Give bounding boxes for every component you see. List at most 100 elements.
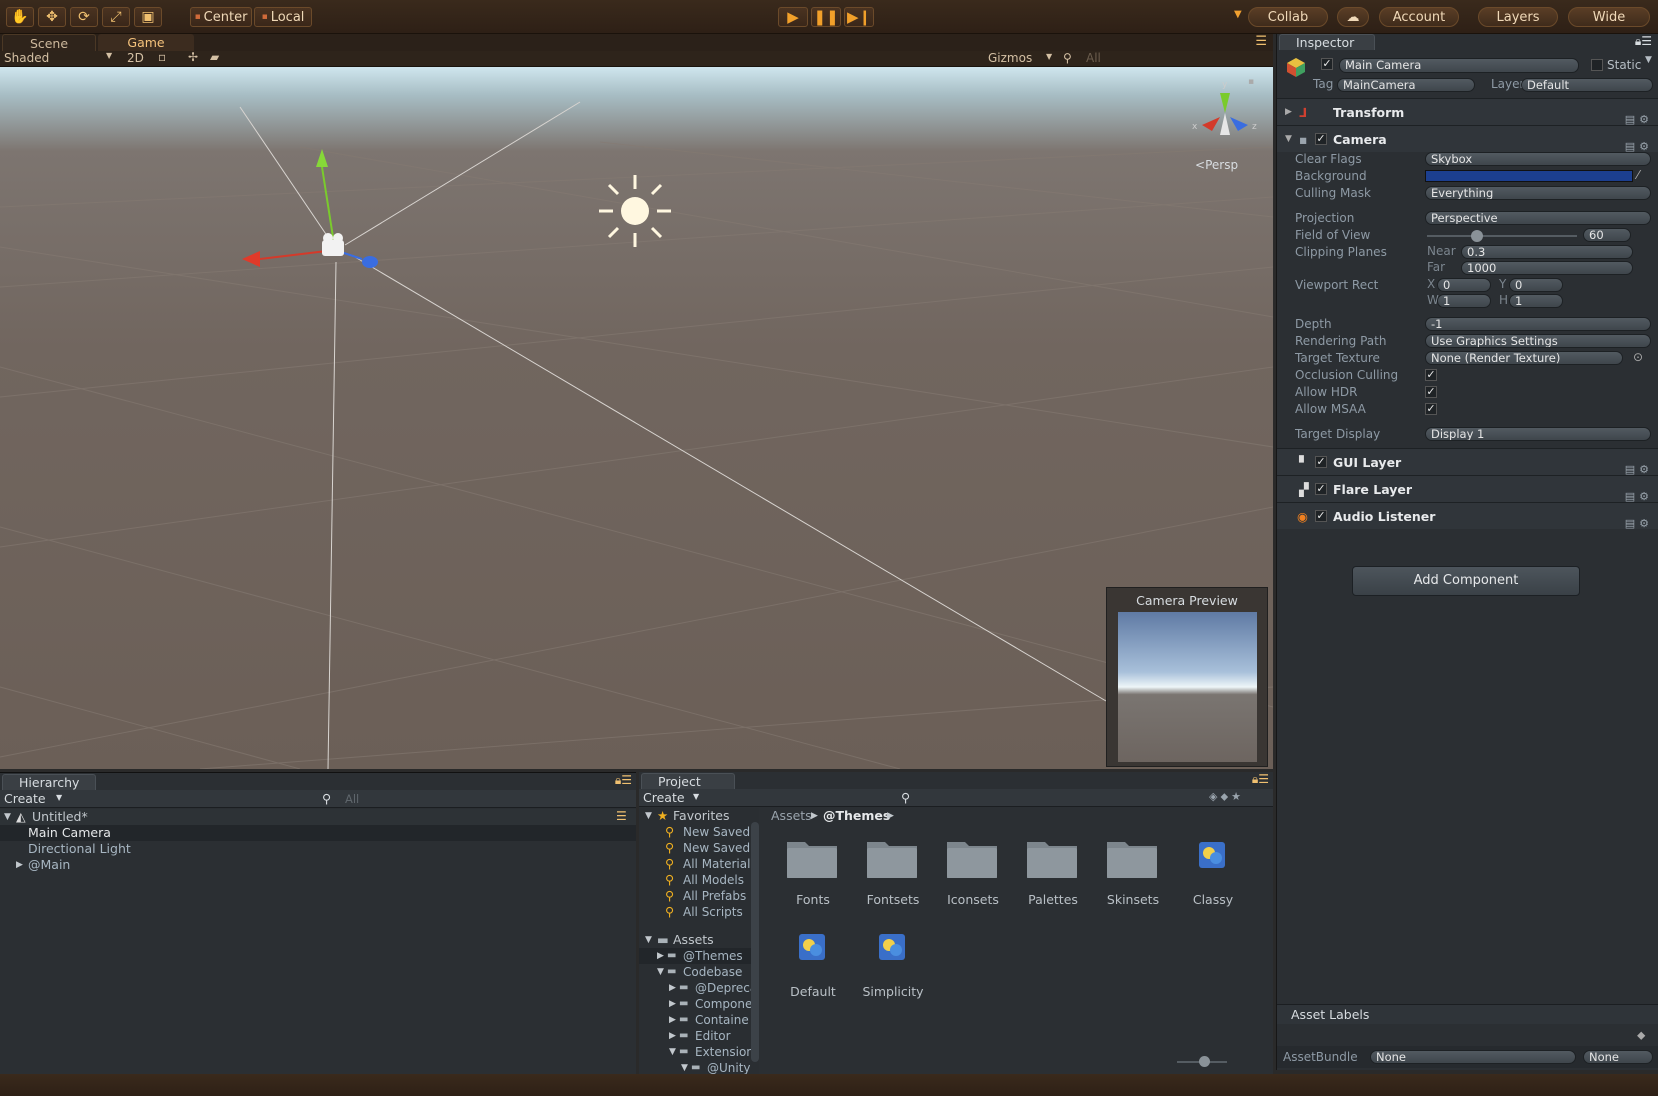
- rect-tool-button[interactable]: ▣: [134, 7, 162, 27]
- effects-toggle-icon[interactable]: ▰: [210, 50, 219, 64]
- depth-input[interactable]: -1: [1425, 317, 1651, 331]
- tree-item[interactable]: ▶ ▬ Containe: [639, 1012, 751, 1028]
- layer-dropdown[interactable]: Default: [1521, 78, 1653, 92]
- hierarchy-create-button[interactable]: Create: [4, 791, 46, 806]
- culling-mask-dropdown[interactable]: Everything: [1425, 186, 1651, 200]
- flare-layer-header[interactable]: ▞ ✓ Flare Layer ▤⚙: [1277, 475, 1658, 503]
- layout-button[interactable]: Wide: [1568, 7, 1650, 27]
- fov-slider-track[interactable]: [1427, 235, 1577, 237]
- hierarchy-lock-menu-icon[interactable]: 🔒︎☰: [615, 773, 632, 788]
- clear-flags-dropdown[interactable]: Skybox: [1425, 152, 1651, 166]
- occlusion-checkbox[interactable]: ✓: [1425, 369, 1437, 381]
- viewport-y-input[interactable]: 0: [1509, 278, 1563, 292]
- fov-input[interactable]: 60: [1583, 228, 1631, 242]
- pause-button[interactable]: ❚❚: [811, 7, 841, 27]
- filter-icons[interactable]: ◈⬥★: [1209, 790, 1244, 804]
- camera-enabled-checkbox[interactable]: ✓: [1315, 133, 1327, 145]
- tag-dropdown[interactable]: MainCamera: [1337, 78, 1475, 92]
- tree-item[interactable]: ▼ ▬ Codebase: [639, 964, 751, 980]
- pivot-local-button[interactable]: ▪ Local: [254, 7, 312, 27]
- add-component-button[interactable]: Add Component: [1352, 566, 1580, 596]
- audio-listener-header[interactable]: ◉ ✓ Audio Listener ▤⚙: [1277, 502, 1658, 530]
- account-button[interactable]: Account: [1379, 7, 1459, 27]
- camera-header[interactable]: ▼ ▪ ✓ Camera ▤⚙: [1277, 125, 1658, 153]
- viewport-h-input[interactable]: 1: [1509, 294, 1563, 308]
- move-tool-button[interactable]: ✥: [38, 7, 66, 27]
- project-create-button[interactable]: Create: [643, 790, 685, 805]
- directional-light-icon[interactable]: [595, 171, 675, 251]
- eyedropper-icon[interactable]: ⁄: [1637, 168, 1639, 182]
- hdr-checkbox[interactable]: ✓: [1425, 386, 1437, 398]
- tab-inspector[interactable]: Inspector: [1279, 34, 1375, 50]
- list-item[interactable]: All Prefabs: [683, 888, 746, 904]
- hand-tool-button[interactable]: ✋: [6, 7, 34, 27]
- breadcrumb-root[interactable]: Assets: [771, 808, 812, 824]
- scene-search-input[interactable]: All: [1086, 51, 1101, 65]
- msaa-checkbox[interactable]: ✓: [1425, 403, 1437, 415]
- tree-item[interactable]: ▶ ▬ Compone: [639, 996, 752, 1012]
- gui-layer-checkbox[interactable]: ✓: [1315, 456, 1327, 468]
- static-checkbox[interactable]: [1591, 59, 1603, 71]
- mode-2d-toggle[interactable]: 2D: [127, 51, 144, 65]
- scene-viewport[interactable]: y x z ▪ <Persp Camera Preview: [0, 67, 1273, 769]
- tab-game[interactable]: Game: [98, 34, 194, 51]
- scene-root-row[interactable]: ▼ ◭ Untitled* ☰: [0, 809, 636, 825]
- gui-layer-header[interactable]: ▘ ✓ GUI Layer ▤⚙: [1277, 448, 1658, 476]
- viewport-w-input[interactable]: 1: [1437, 294, 1491, 308]
- projection-dropdown[interactable]: Perspective: [1425, 211, 1651, 225]
- transform-header[interactable]: ▶ ⅃ Transform ▤⚙: [1277, 98, 1658, 126]
- viewport-x-input[interactable]: 0: [1437, 278, 1491, 292]
- near-input[interactable]: 0.3: [1461, 245, 1633, 259]
- collab-button[interactable]: Collab: [1248, 7, 1328, 27]
- list-item[interactable]: New Saved: [683, 840, 750, 856]
- inspector-lock-icon[interactable]: 🔒︎☰: [1635, 34, 1652, 49]
- tree-item[interactable]: ▶ ▬ @Themes: [639, 948, 751, 964]
- shading-dropdown[interactable]: Shaded: [4, 51, 49, 65]
- favorites-label[interactable]: Favorites: [673, 808, 729, 824]
- tree-item[interactable]: ▼ ▬ Extension: [639, 1044, 754, 1060]
- list-item[interactable]: All Models: [683, 872, 744, 888]
- lighting-toggle-icon[interactable]: ▫: [158, 50, 166, 64]
- scale-tool-button[interactable]: ⤢: [102, 7, 130, 27]
- project-lock-menu-icon[interactable]: 🔒︎☰: [1252, 772, 1269, 787]
- audio-toggle-icon[interactable]: ✢: [188, 50, 198, 64]
- gizmos-dropdown[interactable]: Gizmos: [988, 51, 1032, 65]
- list-item[interactable]: New Saved: [683, 824, 750, 840]
- list-item[interactable]: All Scripts: [683, 904, 743, 920]
- component-settings-icon[interactable]: ▤⚙: [1625, 510, 1653, 537]
- list-item[interactable]: All Material: [683, 856, 750, 872]
- gizmo-lock-icon[interactable]: ▪: [1248, 77, 1254, 87]
- gameobject-active-checkbox[interactable]: ✓: [1321, 58, 1333, 70]
- pivot-center-button[interactable]: ▪ Center: [190, 7, 252, 27]
- asset-bundle-dropdown[interactable]: None: [1370, 1050, 1576, 1064]
- tab-project[interactable]: Project: [641, 773, 735, 789]
- breadcrumb-current[interactable]: @Themes: [823, 808, 890, 824]
- cloud-button[interactable]: ☁: [1337, 7, 1369, 27]
- layers-button[interactable]: Layers: [1478, 7, 1558, 27]
- gameobject-name-input[interactable]: Main Camera: [1339, 58, 1579, 73]
- persp-label[interactable]: <Persp: [1195, 158, 1238, 172]
- tab-scene[interactable]: Scene: [2, 34, 96, 51]
- list-item[interactable]: ▶ @Main: [0, 857, 636, 873]
- label-tag-icon[interactable]: ⬥: [1637, 1028, 1645, 1043]
- static-dropdown-icon[interactable]: ▼: [1645, 55, 1652, 65]
- list-item[interactable]: Directional Light: [0, 841, 636, 857]
- fov-slider-thumb[interactable]: [1470, 230, 1483, 242]
- asset-bundle-variant-dropdown[interactable]: None: [1583, 1050, 1653, 1064]
- icon-size-slider-thumb[interactable]: [1199, 1056, 1210, 1067]
- camera-transform-gizmo[interactable]: [230, 147, 390, 287]
- hierarchy-search-input[interactable]: All: [345, 792, 359, 806]
- tree-item[interactable]: ▶ ▬ Editor: [639, 1028, 751, 1044]
- step-button[interactable]: ▶❙: [844, 7, 874, 27]
- flare-layer-checkbox[interactable]: ✓: [1315, 483, 1327, 495]
- audio-listener-checkbox[interactable]: ✓: [1315, 510, 1327, 522]
- target-texture-field[interactable]: None (Render Texture): [1425, 351, 1623, 365]
- far-input[interactable]: 1000: [1461, 261, 1633, 275]
- rendering-path-dropdown[interactable]: Use Graphics Settings: [1425, 334, 1651, 348]
- tree-item[interactable]: ▶ ▬ @Depreca: [639, 980, 757, 996]
- panel-menu-icon[interactable]: ☰: [1255, 34, 1267, 49]
- scene-menu-icon[interactable]: ☰: [616, 809, 627, 823]
- background-color-field[interactable]: [1425, 170, 1633, 182]
- tab-hierarchy[interactable]: Hierarchy: [2, 774, 96, 790]
- list-item[interactable]: Main Camera: [0, 825, 636, 841]
